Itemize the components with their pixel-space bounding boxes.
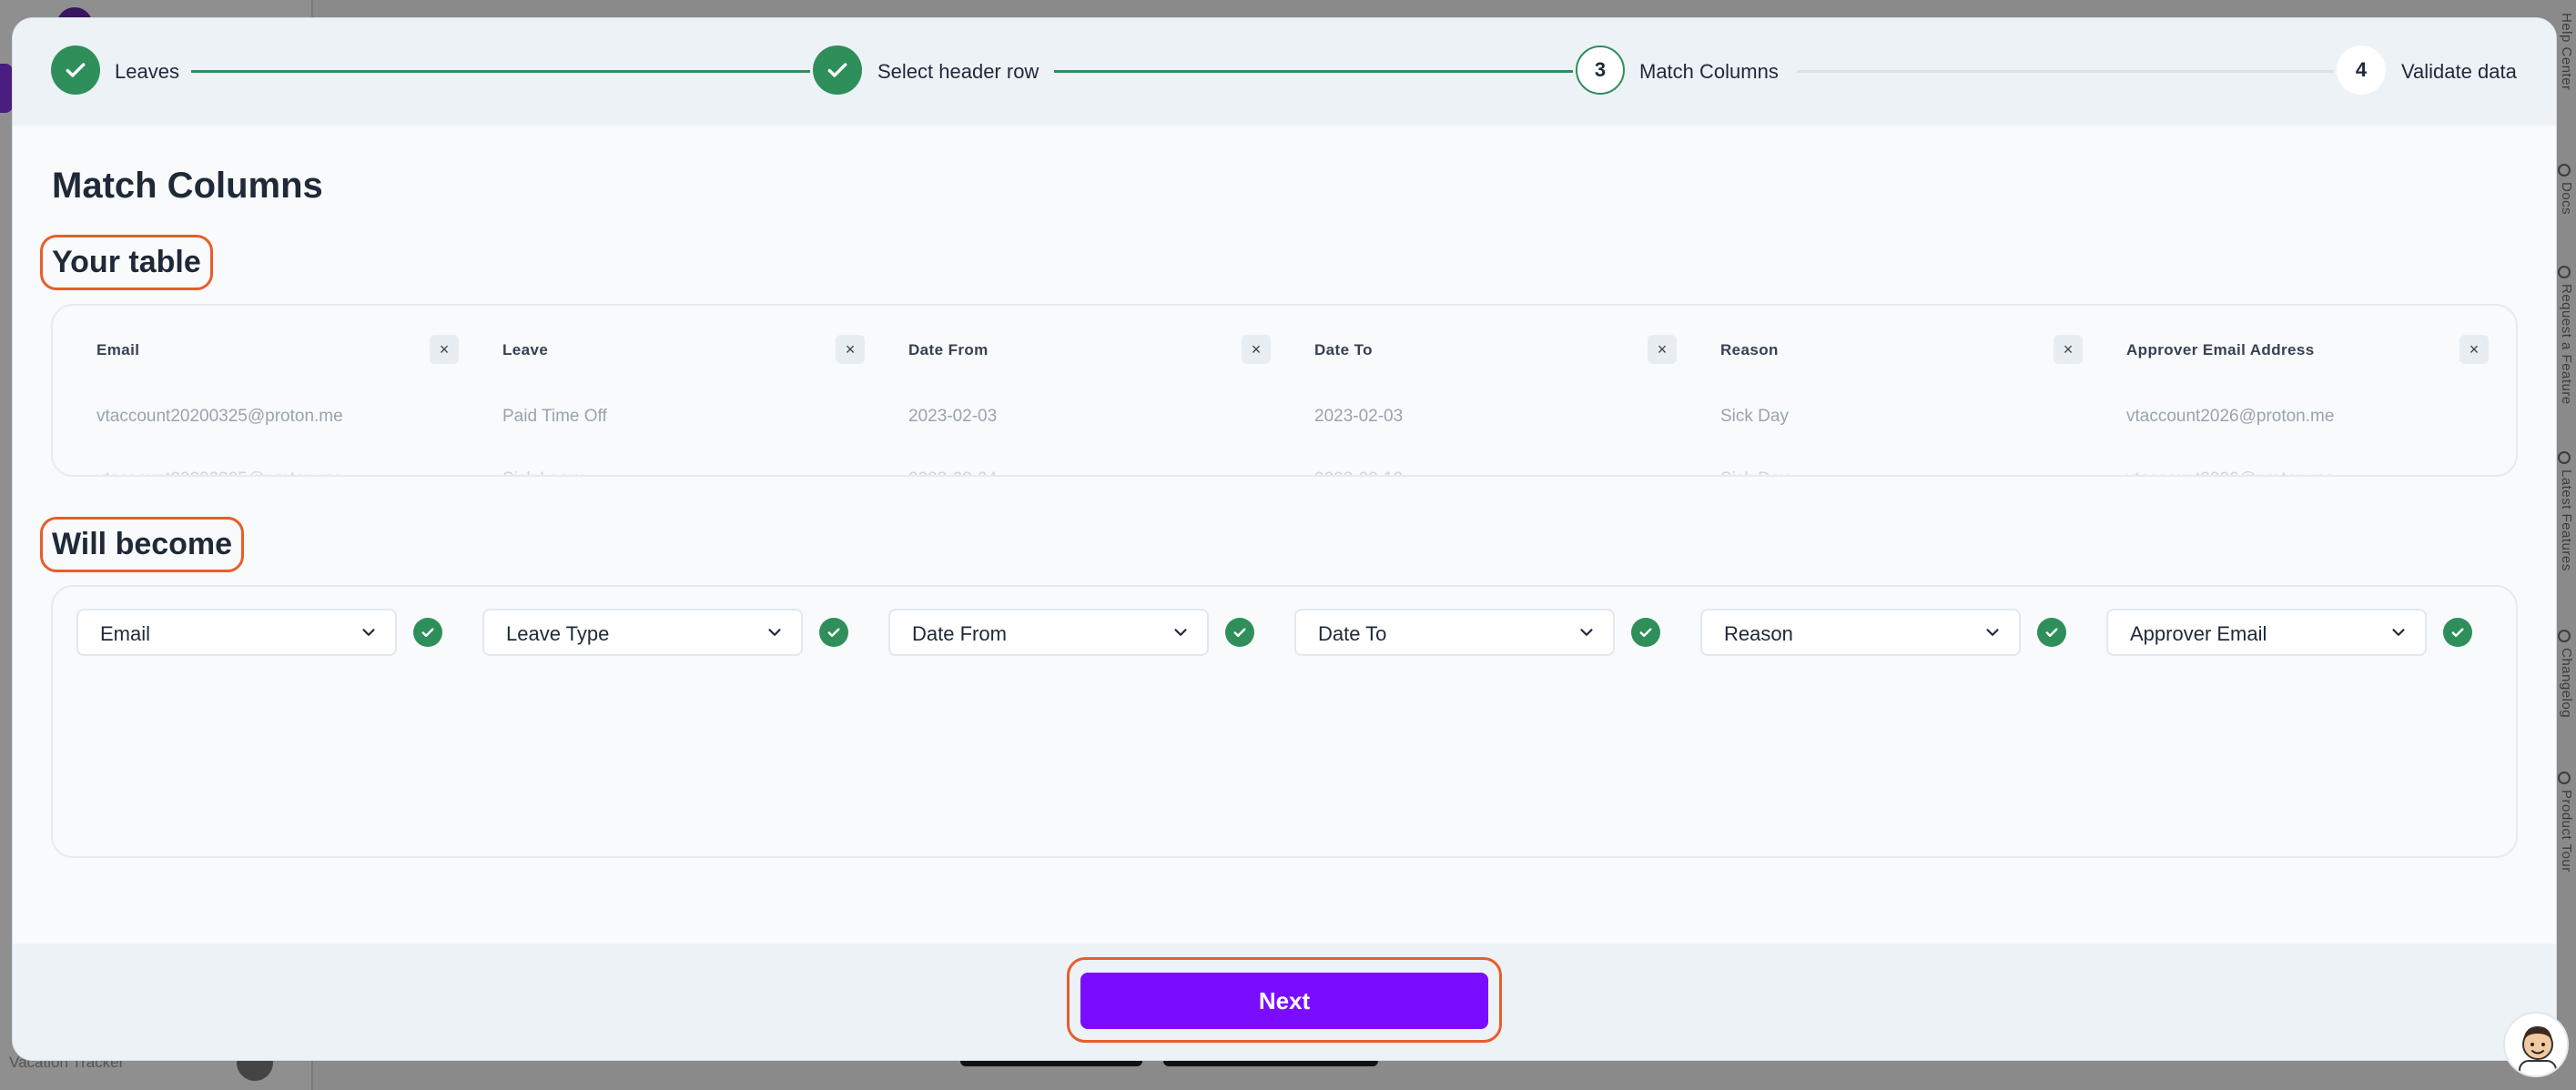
table-cell: vtaccount2026@proton.me bbox=[2126, 469, 2334, 475]
chevron-down-icon bbox=[1580, 629, 1593, 636]
next-button-highlight: Next bbox=[1067, 957, 1502, 1043]
column-header-reason: Reason × bbox=[1677, 333, 2083, 369]
select-value: Leave Type bbox=[506, 622, 610, 645]
modal-footer: Next bbox=[13, 944, 2556, 1060]
column-header-label: Leave bbox=[502, 341, 549, 358]
matched-check-icon bbox=[2037, 618, 2066, 647]
step-2-check-icon bbox=[813, 45, 862, 95]
chevron-down-icon bbox=[768, 629, 781, 636]
source-table: Email × Leave × Date From × Date To × Re… bbox=[51, 304, 2518, 477]
stepper: Leaves Select header row 3 Match Columns… bbox=[13, 18, 2556, 126]
column-mapping-area: Email Leave Type Date From Date To Reaso… bbox=[51, 585, 2518, 858]
select-value: Date To bbox=[1318, 622, 1387, 645]
column-header-label: Email bbox=[96, 341, 140, 358]
step-connector-1 bbox=[191, 70, 810, 73]
table-cell: Sick Day bbox=[1720, 469, 1789, 475]
changelog-icon bbox=[2558, 630, 2571, 642]
chevron-down-icon bbox=[1174, 629, 1187, 636]
request-feature-icon bbox=[2558, 266, 2571, 278]
your-table-title: Your table bbox=[40, 235, 213, 290]
step-1-label: Leaves bbox=[115, 60, 179, 83]
step-4-number: 4 bbox=[2355, 58, 2368, 81]
select-value: Date From bbox=[912, 622, 1007, 645]
matched-check-icon bbox=[2443, 618, 2472, 647]
step-3-number: 3 bbox=[1594, 58, 1607, 81]
support-avatar[interactable] bbox=[2503, 1012, 2569, 1077]
column-header-approver-email: Approver Email Address × bbox=[2083, 333, 2489, 369]
remove-column-close-icon[interactable]: × bbox=[836, 335, 865, 364]
matched-check-icon bbox=[819, 618, 848, 647]
select-value: Approver Email bbox=[2130, 622, 2267, 645]
next-button[interactable]: Next bbox=[1080, 973, 1488, 1029]
latest-features-icon bbox=[2558, 451, 2571, 464]
changelog-tab[interactable]: Changelog bbox=[2559, 648, 2574, 718]
column-header-label: Reason bbox=[1720, 341, 1779, 358]
step-4-label: Validate data bbox=[2401, 60, 2517, 83]
chevron-down-icon bbox=[2392, 629, 2405, 636]
import-modal: Leaves Select header row 3 Match Columns… bbox=[13, 18, 2556, 1060]
step-connector-2 bbox=[1054, 70, 1573, 73]
matched-check-icon bbox=[1225, 618, 1254, 647]
sidebar-active-indicator bbox=[0, 64, 13, 113]
table-cell: 2023-02-03 bbox=[908, 407, 998, 426]
mapping-select-approver-email[interactable]: Approver Email bbox=[2106, 609, 2427, 656]
mapping-select-leave-type[interactable]: Leave Type bbox=[482, 609, 803, 656]
chevron-down-icon bbox=[362, 629, 375, 636]
step-4-indicator: 4 bbox=[2337, 45, 2386, 95]
step-connector-3 bbox=[1797, 70, 2334, 73]
table-cell: Paid Time Off bbox=[502, 407, 607, 426]
will-become-title: Will become bbox=[40, 517, 245, 572]
help-center-tab[interactable]: Help Center bbox=[2559, 13, 2574, 91]
step-2-label: Select header row bbox=[877, 60, 1040, 83]
step-3-label: Match Columns bbox=[1639, 60, 1779, 83]
column-header-email: Email × bbox=[53, 333, 459, 369]
remove-column-close-icon[interactable]: × bbox=[1242, 335, 1271, 364]
mapping-select-date-to[interactable]: Date To bbox=[1294, 609, 1615, 656]
matched-check-icon bbox=[413, 618, 442, 647]
docs-tab[interactable]: Docs bbox=[2559, 182, 2574, 215]
mapping-select-email[interactable]: Email bbox=[76, 609, 397, 656]
select-value: Email bbox=[100, 622, 151, 645]
select-value: Reason bbox=[1724, 622, 1793, 645]
table-cell: Sick Day bbox=[1720, 407, 1789, 426]
table-cell: vtaccount20200325@proton.me bbox=[96, 469, 343, 475]
mapping-select-date-from[interactable]: Date From bbox=[888, 609, 1209, 656]
remove-column-close-icon[interactable]: × bbox=[1648, 335, 1677, 364]
remove-column-close-icon[interactable]: × bbox=[430, 335, 459, 364]
table-cell: 2023-02-10 bbox=[1314, 469, 1403, 475]
column-header-label: Date From bbox=[908, 341, 989, 358]
product-tour-icon bbox=[2558, 772, 2571, 784]
product-tour-tab[interactable]: Product Tour bbox=[2559, 790, 2574, 873]
remove-column-close-icon[interactable]: × bbox=[2054, 335, 2083, 364]
remove-column-close-icon[interactable]: × bbox=[2459, 335, 2489, 364]
column-header-leave: Leave × bbox=[459, 333, 865, 369]
mapping-select-reason[interactable]: Reason bbox=[1700, 609, 2021, 656]
column-header-label: Date To bbox=[1314, 341, 1373, 358]
column-header-date-to: Date To × bbox=[1271, 333, 1677, 369]
table-cell: vtaccount20200325@proton.me bbox=[96, 407, 343, 426]
table-cell: vtaccount2026@proton.me bbox=[2126, 407, 2335, 426]
table-cell: 2023-02-04 bbox=[908, 469, 997, 475]
column-header-date-from: Date From × bbox=[865, 333, 1271, 369]
step-1-check-icon bbox=[51, 45, 100, 95]
table-cell: Sick Leave bbox=[502, 469, 587, 475]
docs-icon bbox=[2558, 164, 2571, 177]
step-3-indicator: 3 bbox=[1576, 45, 1625, 95]
request-feature-tab[interactable]: Request a Feature bbox=[2559, 284, 2574, 405]
latest-features-tab[interactable]: Latest Features bbox=[2559, 469, 2574, 571]
chevron-down-icon bbox=[1986, 629, 1999, 636]
table-cell: 2023-02-03 bbox=[1314, 407, 1404, 426]
page-title: Match Columns bbox=[52, 166, 323, 206]
matched-check-icon bbox=[1631, 618, 1660, 647]
column-header-label: Approver Email Address bbox=[2126, 341, 2315, 358]
